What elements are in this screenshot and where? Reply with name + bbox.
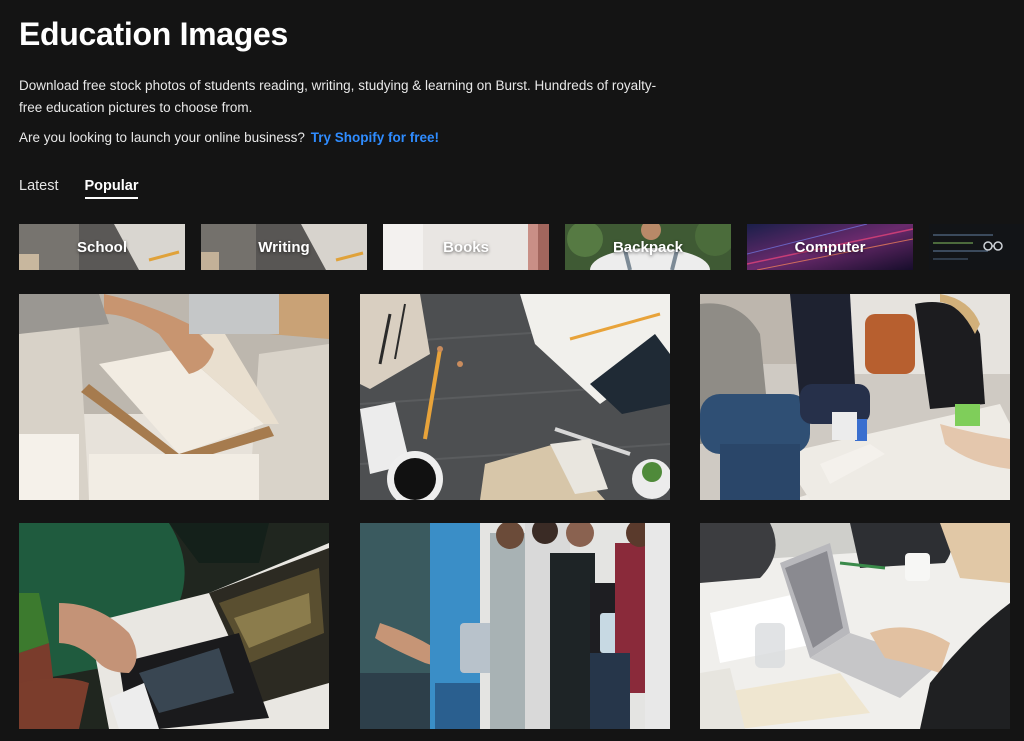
photo-desk-supplies-image [360,294,670,500]
category-computer-label: Computer [794,238,866,256]
photo-open-books[interactable] [19,294,329,500]
category-writing[interactable]: Writing [201,224,367,270]
category-school[interactable]: School [19,224,185,270]
category-backpack-label: Backpack [612,238,684,256]
photo-laptop-desk-image [700,523,1010,729]
category-backpack[interactable]: Backpack [565,224,731,270]
glasses-icon [983,241,1003,251]
photo-students-table-image [700,294,1010,500]
tab-popular[interactable]: Popular [84,178,139,199]
tab-latest[interactable]: Latest [19,178,59,199]
sort-tabs: Latest Popular [19,178,139,199]
page-title: Education Images [19,16,289,52]
category-writing-label: Writing [258,238,310,256]
photo-students-standing-image [360,523,670,729]
category-carousel: School Writing Books Backpack Computer [19,224,1024,270]
photo-open-books-image [19,294,329,500]
photo-laptop-desk[interactable] [700,523,1010,729]
photo-magazine-reading[interactable] [19,523,329,729]
photo-magazine-reading-image [19,523,329,729]
category-computer[interactable]: Computer [747,224,913,270]
category-school-label: School [76,238,127,256]
category-glasses[interactable] [929,224,1024,270]
photo-students-standing[interactable] [360,523,670,729]
promo-line: Are you looking to launch your online bu… [19,130,439,145]
promo-text: Are you looking to launch your online bu… [19,130,305,145]
category-books[interactable]: Books [383,224,549,270]
try-shopify-link[interactable]: Try Shopify for free! [311,130,439,145]
category-books-label: Books [443,238,489,256]
photo-students-table[interactable] [700,294,1010,500]
photo-desk-supplies[interactable] [360,294,670,500]
category-glasses-image [929,224,1024,270]
page-description: Download free stock photos of students r… [19,78,657,115]
